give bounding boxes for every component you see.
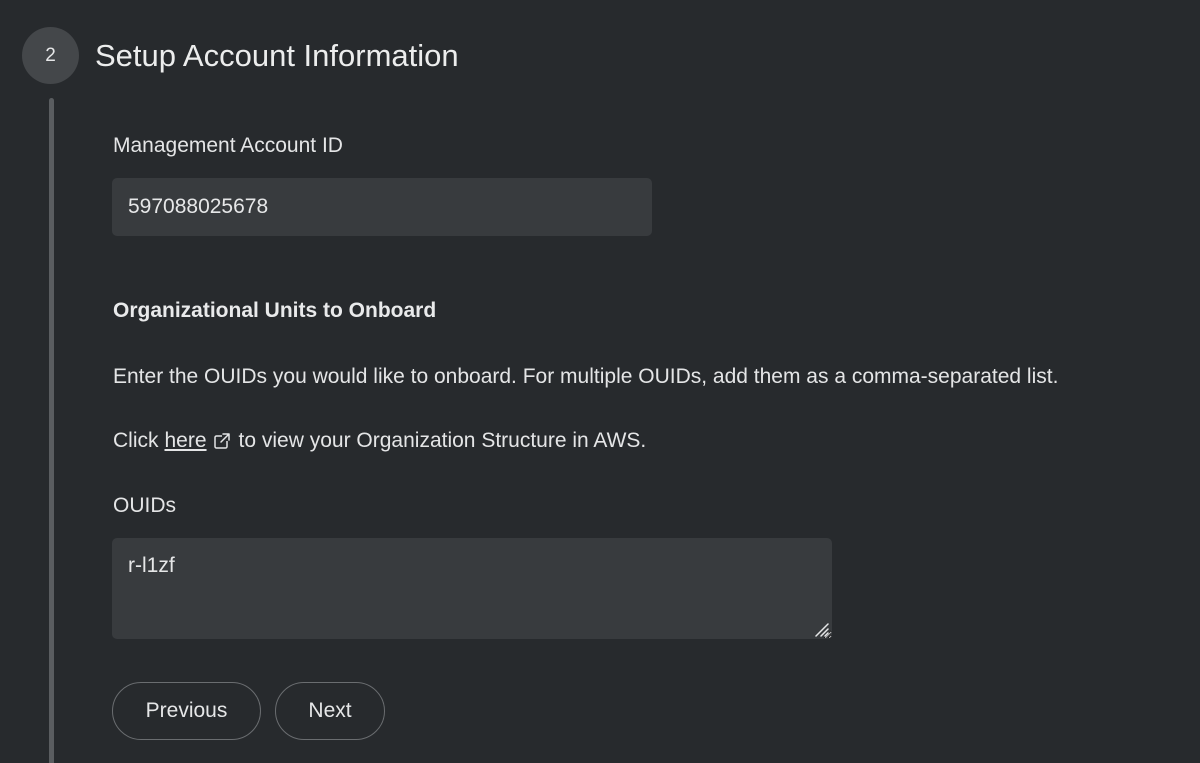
management-account-id-label: Management Account ID <box>113 134 343 157</box>
previous-button[interactable]: Previous <box>112 682 261 740</box>
external-link-icon[interactable] <box>213 432 231 450</box>
org-structure-link-line: Click here to view your Organization Str… <box>113 427 646 455</box>
link-suffix-text: to view your Organization Structure in A… <box>238 429 647 452</box>
org-structure-link[interactable]: here <box>165 427 207 455</box>
management-account-id-input[interactable] <box>112 178 652 236</box>
step-title: Setup Account Information <box>95 38 459 73</box>
step-progress-line <box>49 98 54 763</box>
page: 2 Setup Account Information Management A… <box>0 0 1200 763</box>
ouids-textarea[interactable]: r-l1zf <box>112 538 832 639</box>
ouids-label: OUIDs <box>113 494 176 517</box>
resize-handle-icon[interactable] <box>813 621 829 637</box>
org-units-heading: Organizational Units to Onboard <box>113 299 437 322</box>
step-number-badge: 2 <box>22 27 79 84</box>
ouids-description: Enter the OUIDs you would like to onboar… <box>113 365 1059 388</box>
next-button[interactable]: Next <box>275 682 385 740</box>
link-prefix-text: Click <box>113 429 159 452</box>
